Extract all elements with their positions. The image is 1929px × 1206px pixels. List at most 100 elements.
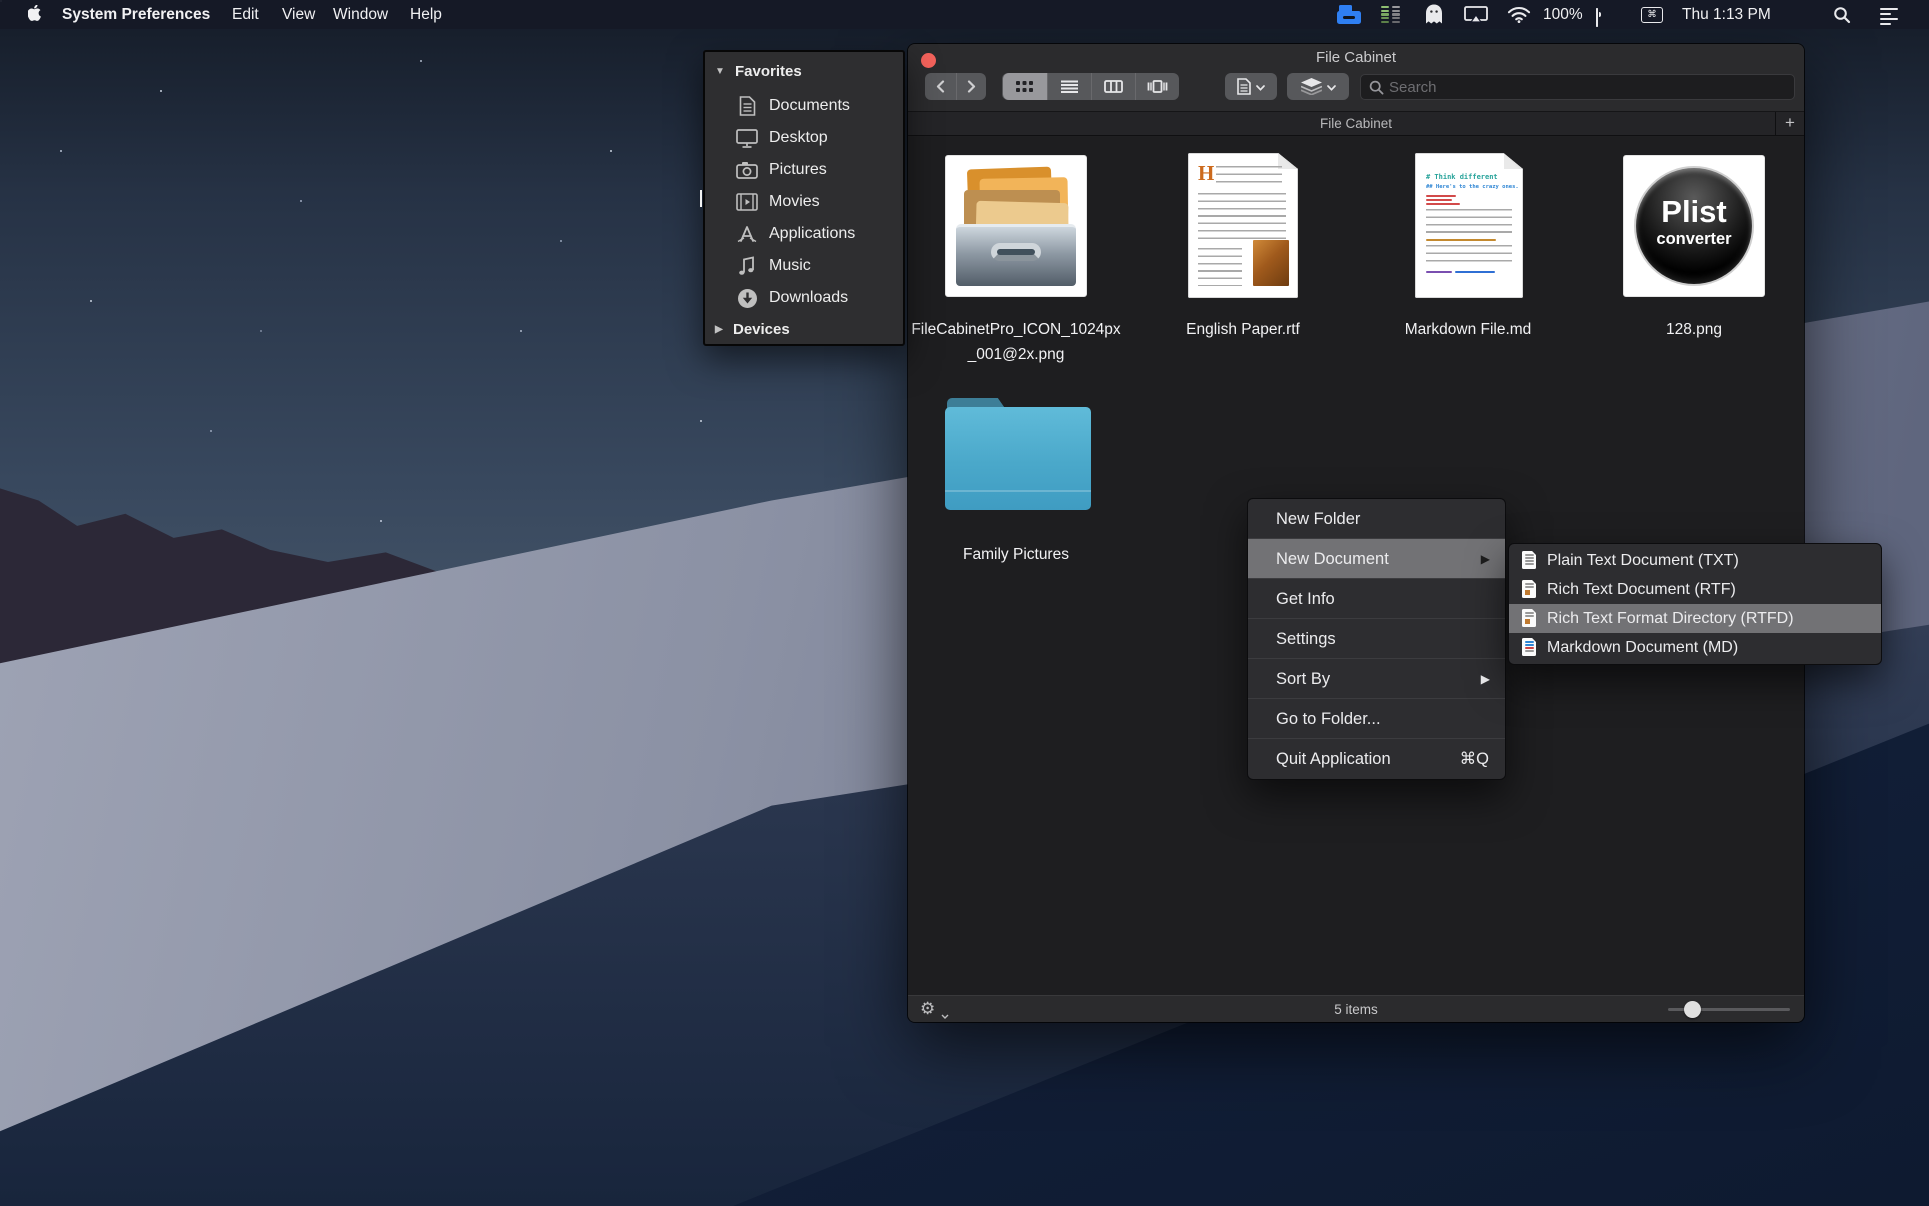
submenu-item-rtfd[interactable]: Rich Text Format Directory (RTFD) [1509,604,1881,633]
keyboard-shortcut-label: ⌘Q [1459,750,1489,768]
notification-center-icon[interactable] [1880,8,1898,28]
menubar-menu-help[interactable]: Help [410,0,442,29]
applications-icon [735,222,759,246]
stacks-toolbar-button[interactable] [1287,73,1349,100]
submenu-arrow-icon: ▶ [1480,552,1490,566]
folder-label[interactable]: Family Pictures [916,542,1116,567]
file-cabinet-menu-icon[interactable] [1336,4,1362,25]
sidebar-item-downloads[interactable]: Downloads [705,282,903,314]
menu-item-go-to-folder[interactable]: Go to Folder... [1248,699,1505,739]
file-icon-128-png[interactable]: Plist converter [1623,155,1765,297]
music-note-icon [735,254,759,278]
sidebar-item-desktop[interactable]: Desktop [705,122,903,154]
window-status-bar: ⚙ 5 items [908,995,1804,1022]
menubar-menu-view[interactable]: View [282,0,315,29]
file-label[interactable]: 128.png [1594,317,1794,342]
search-field[interactable] [1360,74,1795,100]
folder-icon-family-pictures[interactable] [945,398,1091,510]
camera-icon [735,158,759,182]
i-beam-cursor [700,190,702,207]
menu-item-new-document[interactable]: New Document ▶ [1248,539,1505,579]
menu-bar: System Preferences Edit View Window Help [0,0,1929,29]
wifi-icon[interactable] [1507,6,1531,28]
battery-percent-label: 100% [1543,6,1583,23]
sidebar-item-music[interactable]: Music [705,250,903,282]
layers-icon [1300,78,1322,95]
disclosure-down-icon[interactable]: ▼ [715,60,725,84]
keyboard-viewer-icon[interactable]: ⌘ [1641,7,1663,23]
plist-converter-badge: Plist converter [1636,168,1752,284]
submenu-item-rich-text-rtf[interactable]: Rich Text Document (RTF) [1509,575,1881,604]
submenu-item-plain-text-txt[interactable]: Plain Text Document (TXT) [1509,546,1881,575]
back-button[interactable] [926,73,956,100]
file-label[interactable]: English Paper.rtf [1143,317,1343,342]
rtf-photo-thumbnail [1253,240,1289,286]
chevron-down-icon [1326,78,1336,96]
menu-item-settings[interactable]: Settings [1248,619,1505,659]
menu-item-new-folder[interactable]: New Folder [1248,499,1505,539]
airplay-display-icon[interactable] [1464,6,1488,28]
disclosure-right-icon[interactable]: ▶ [715,318,723,342]
window-title: File Cabinet [1315,49,1397,66]
rich-text-directory-icon [1522,609,1536,627]
ghost-icon[interactable] [1422,3,1446,31]
spotlight-search-icon[interactable] [1833,6,1851,29]
devices-header[interactable]: ▶ Devices [705,318,903,342]
document-icon [735,94,759,118]
new-document-toolbar-button[interactable] [1225,73,1277,100]
search-icon [1369,80,1384,95]
window-titlebar[interactable]: File Cabinet [908,44,1804,112]
icon-view-button[interactable] [1002,73,1047,100]
file-label[interactable]: Markdown File.md [1368,317,1568,342]
rich-text-document-icon [1522,580,1536,598]
desktop[interactable]: System Preferences Edit View Window Help [0,0,1929,1206]
menu-item-quit-application[interactable]: Quit Application ⌘Q [1248,739,1505,779]
sidebar-item-applications[interactable]: Applications [705,218,903,250]
file-label[interactable]: FileCabinetPro_ICON_1024px_001@2x.png [911,317,1121,367]
file-icon-markdown-md[interactable]: # Think different ## Here's to the crazy… [1415,153,1523,298]
sidebar-item-movies[interactable]: Movies [705,186,903,218]
search-input[interactable] [1389,75,1779,99]
md-h2-preview: ## Here's to the crazy ones. [1426,184,1519,190]
apple-icon[interactable] [27,4,43,28]
tab-file-cabinet[interactable]: File Cabinet [908,112,1804,136]
text-document-icon [1522,551,1536,569]
gallery-view-button[interactable] [1134,73,1179,100]
display-icon [735,126,759,150]
slider-thumb[interactable] [1684,1001,1701,1018]
markdown-document-icon [1522,638,1536,656]
document-icon [1237,78,1251,95]
favorites-header[interactable]: ▼ Favorites [705,60,903,84]
add-tab-button[interactable]: + [1775,112,1804,136]
file-icon-filecabinetpro-png[interactable] [945,155,1087,297]
forward-button[interactable] [955,73,986,100]
menubar-menu-edit[interactable]: Edit [232,0,259,29]
menubar-clock[interactable]: Thu 1:13 PM [1682,0,1771,29]
film-icon [735,190,759,214]
file-icon-english-paper-rtf[interactable]: H [1188,153,1298,298]
menubar-menu-window[interactable]: Window [333,0,388,29]
battery-icon[interactable] [1596,8,1611,27]
list-view-button[interactable] [1046,73,1091,100]
submenu-item-markdown-md[interactable]: Markdown Document (MD) [1509,633,1881,662]
icon-size-slider[interactable] [1668,1001,1790,1018]
menu-item-get-info[interactable]: Get Info [1248,579,1505,619]
drawer-art [956,224,1076,286]
menu-item-sort-by[interactable]: Sort By ▶ [1248,659,1505,699]
tab-bar: File Cabinet + [908,112,1804,136]
submenu-arrow-icon: ▶ [1480,672,1490,686]
chevron-down-icon [1256,78,1265,96]
sidebar-item-pictures[interactable]: Pictures [705,154,903,186]
download-circle-icon [735,286,759,310]
stats-menu-icon[interactable] [1381,6,1400,23]
favorites-panel: ▼ Favorites Documents Desktop Pictures M… [703,50,905,346]
view-mode-group [1002,73,1179,100]
sidebar-item-documents[interactable]: Documents [705,90,903,122]
rtf-dropcap: H [1198,161,1215,185]
context-menu: New Folder New Document ▶ Get Info Setti… [1247,498,1506,780]
column-view-button[interactable] [1090,73,1135,100]
menubar-app-name[interactable]: System Preferences [62,0,210,29]
md-h1-preview: # Think different [1426,173,1498,181]
new-document-submenu: Plain Text Document (TXT) Rich Text Docu… [1508,543,1882,665]
nav-button-group [925,73,986,100]
